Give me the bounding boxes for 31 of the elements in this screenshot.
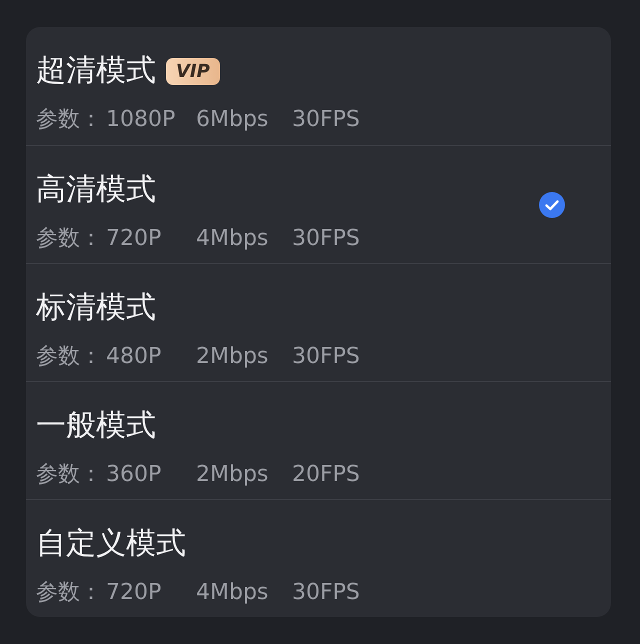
param-label: 参数：	[36, 578, 103, 606]
mode-title: 标清模式	[36, 288, 156, 326]
resolution-text: 1080P	[106, 106, 176, 134]
fps-text: 30FPS	[292, 224, 361, 252]
vip-badge: VIP	[166, 58, 220, 84]
param-label: 参数：	[36, 342, 103, 370]
mode-option[interactable]: 一般模式 参数： 360P 2Mbps 20FPS	[26, 381, 611, 499]
mode-title: 一般模式	[36, 406, 156, 444]
mode-option[interactable]: 自定义模式 参数： 720P 4Mbps 30FPS	[26, 499, 611, 617]
resolution-text: 720P	[106, 224, 162, 252]
bitrate-text: 4Mbps	[196, 578, 270, 606]
mode-option[interactable]: 超清模式 VIP 参数： 1080P 6Mbps 30FPS	[26, 27, 611, 145]
resolution-text: 720P	[106, 578, 162, 606]
mode-title: 自定义模式	[36, 524, 186, 562]
param-label: 参数：	[36, 106, 103, 134]
param-label: 参数：	[36, 224, 103, 252]
param-label: 参数：	[36, 460, 103, 488]
fps-text: 20FPS	[292, 460, 361, 488]
bitrate-text: 2Mbps	[196, 460, 270, 488]
mode-title: 超清模式	[36, 52, 156, 90]
fps-text: 30FPS	[292, 578, 361, 606]
bitrate-text: 4Mbps	[196, 224, 270, 252]
fps-text: 30FPS	[292, 106, 361, 134]
mode-title: 高清模式	[36, 170, 156, 208]
resolution-text: 480P	[106, 342, 162, 370]
resolution-text: 360P	[106, 460, 162, 488]
mode-option[interactable]: 高清模式 参数： 720P 4Mbps 30FPS	[26, 145, 611, 263]
fps-text: 30FPS	[292, 342, 361, 370]
bitrate-text: 2Mbps	[196, 342, 270, 370]
bitrate-text: 6Mbps	[196, 106, 270, 134]
mode-option[interactable]: 标清模式 参数： 480P 2Mbps 30FPS	[26, 263, 611, 381]
